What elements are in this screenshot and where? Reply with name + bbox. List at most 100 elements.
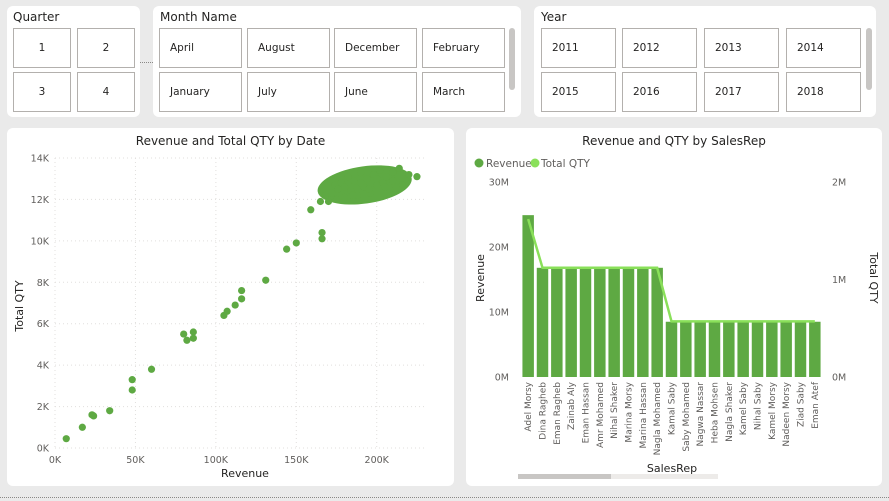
revenue-bar[interactable]: [766, 321, 778, 377]
year-option-2016[interactable]: 2016: [622, 72, 697, 112]
scatter-x-tick: 50K: [126, 455, 145, 466]
scatter-point[interactable]: [373, 175, 381, 183]
scatter-point[interactable]: [321, 191, 329, 199]
scatter-y-tick: 8K: [37, 278, 50, 289]
combo-y-axis-label: Revenue: [474, 254, 487, 302]
combo-y-tick: 30M: [489, 178, 509, 189]
revenue-bar[interactable]: [565, 267, 577, 377]
combo-x-tick: Ziad Saby: [797, 381, 807, 427]
scatter-point[interactable]: [318, 228, 326, 237]
revenue-bar[interactable]: [751, 321, 764, 377]
scatter-point[interactable]: [189, 328, 197, 336]
year-option-2012[interactable]: 2012: [622, 28, 697, 68]
scatter-point[interactable]: [147, 365, 156, 373]
revenue-bar[interactable]: [723, 321, 735, 377]
scatter-point[interactable]: [389, 177, 397, 185]
revenue-bar[interactable]: [551, 267, 563, 377]
scatter-point[interactable]: [398, 181, 407, 189]
scatter-point[interactable]: [262, 276, 270, 284]
scatter-point[interactable]: [307, 206, 315, 214]
scatter-point[interactable]: [238, 286, 246, 295]
revenue-bar[interactable]: [522, 215, 534, 377]
year-option-2013[interactable]: 2013: [704, 28, 779, 68]
scatter-point[interactable]: [328, 189, 336, 197]
scatter-point[interactable]: [316, 197, 325, 206]
month-option-april[interactable]: April: [159, 28, 242, 68]
year-option-2017[interactable]: 2017: [704, 72, 779, 112]
month-option-march[interactable]: March: [422, 72, 505, 112]
scatter-point[interactable]: [381, 183, 389, 191]
scatter-point[interactable]: [395, 164, 403, 172]
combo-x-tick: Marina Hassan: [639, 382, 649, 448]
year-option-2011[interactable]: 2011: [541, 28, 616, 68]
scatter-point[interactable]: [223, 307, 231, 315]
quarter-option-1[interactable]: 1: [13, 28, 71, 68]
revenue-bar[interactable]: [794, 321, 807, 377]
year-option-2018[interactable]: 2018: [786, 72, 861, 112]
month-option-january[interactable]: January: [159, 72, 242, 112]
scatter-point[interactable]: [78, 423, 86, 431]
scatter-point[interactable]: [357, 179, 365, 187]
scatter-point[interactable]: [238, 295, 246, 303]
scatter-point[interactable]: [389, 168, 397, 177]
year-option-2015[interactable]: 2015: [541, 72, 616, 112]
revenue-bar[interactable]: [665, 321, 678, 377]
scatter-point[interactable]: [292, 239, 300, 247]
year-option-2014[interactable]: 2014: [786, 28, 861, 68]
scatter-point[interactable]: [62, 435, 70, 443]
revenue-bar[interactable]: [608, 267, 620, 377]
scatter-point[interactable]: [332, 195, 341, 204]
scatter-point[interactable]: [363, 175, 371, 183]
scatter-point[interactable]: [189, 334, 197, 342]
scatter-chart[interactable]: 0K 2K 4K 6K 8K 10K 12K 14K 0K 50K 100K 150K 200K Re…: [7, 128, 454, 486]
revenue-bar[interactable]: [680, 321, 692, 377]
revenue-bar[interactable]: [637, 267, 649, 377]
quarter-option-4[interactable]: 4: [77, 72, 135, 112]
revenue-bar[interactable]: [809, 321, 821, 377]
scatter-point[interactable]: [128, 376, 136, 384]
scatter-point[interactable]: [382, 173, 390, 181]
month-option-july[interactable]: July: [247, 72, 330, 112]
revenue-bar[interactable]: [594, 267, 606, 377]
combo-chart[interactable]: Revenue Total QTY 0M 10M 20M 30M 0M 1M 2M Ade…: [466, 128, 882, 486]
scatter-y-axis-label: Total QTY: [13, 280, 26, 333]
scatter-point[interactable]: [106, 407, 114, 415]
quarter-option-3[interactable]: 3: [13, 72, 71, 112]
year-slicer-scrollbar[interactable]: [866, 28, 872, 90]
scatter-point[interactable]: [340, 183, 349, 191]
scatter-point[interactable]: [357, 168, 365, 177]
month-slicer-scrollbar[interactable]: [509, 28, 515, 90]
revenue-bar[interactable]: [536, 267, 549, 377]
scatter-point[interactable]: [231, 301, 239, 309]
horizontal-scrollbar-thumb[interactable]: [518, 474, 611, 479]
revenue-bar[interactable]: [694, 321, 706, 377]
quarter-option-2[interactable]: 2: [77, 28, 135, 68]
revenue-bar[interactable]: [708, 321, 721, 377]
scatter-point[interactable]: [318, 235, 326, 243]
scatter-point[interactable]: [413, 173, 421, 181]
scatter-point[interactable]: [324, 197, 333, 206]
month-option-june[interactable]: June: [334, 72, 417, 112]
scatter-point[interactable]: [128, 386, 136, 394]
scatter-point[interactable]: [344, 173, 352, 181]
scatter-point[interactable]: [349, 191, 357, 199]
scatter-point[interactable]: [340, 193, 349, 201]
scatter-point[interactable]: [180, 330, 188, 338]
scatter-y-tick: 12K: [31, 195, 50, 206]
scatter-point[interactable]: [373, 181, 381, 189]
month-option-december[interactable]: December: [334, 28, 417, 68]
scatter-point[interactable]: [283, 245, 291, 253]
revenue-bar[interactable]: [622, 267, 635, 377]
scatter-point[interactable]: [376, 166, 384, 175]
scatter-point[interactable]: [183, 336, 191, 344]
revenue-bar[interactable]: [737, 321, 749, 377]
scatter-point[interactable]: [350, 177, 358, 185]
month-option-august[interactable]: August: [247, 28, 330, 68]
scatter-point[interactable]: [334, 185, 342, 193]
month-option-february[interactable]: February: [422, 28, 505, 68]
scatter-point[interactable]: [405, 170, 413, 179]
revenue-bar[interactable]: [780, 321, 792, 377]
scatter-point[interactable]: [90, 412, 98, 420]
scatter-point[interactable]: [365, 185, 373, 193]
revenue-bar[interactable]: [579, 267, 592, 377]
